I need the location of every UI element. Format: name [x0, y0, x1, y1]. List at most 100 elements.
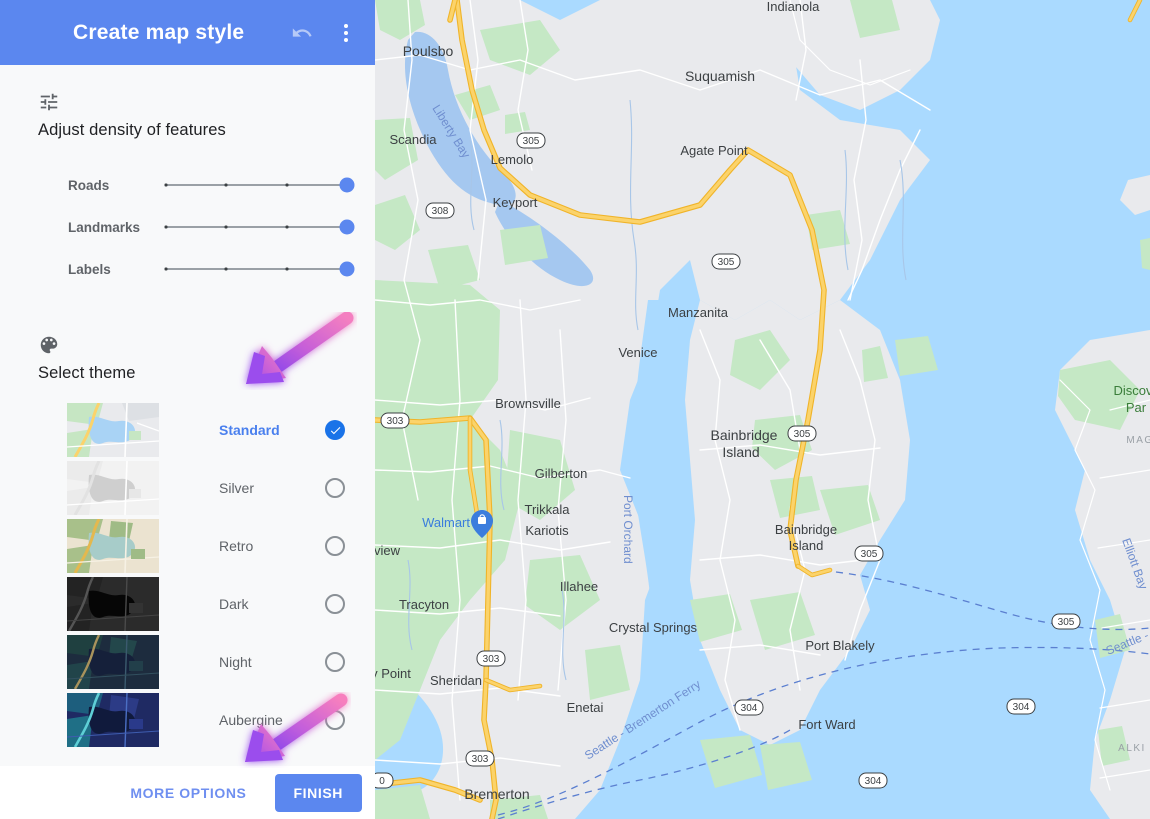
slider-label: Roads: [68, 177, 110, 193]
slider-thumb[interactable]: [339, 219, 355, 235]
place-label: Fort Ward: [798, 717, 855, 732]
theme-option-aubergine[interactable]: Aubergine: [0, 691, 375, 749]
slider-landmarks[interactable]: Landmarks: [0, 206, 375, 248]
route-shield: 304: [858, 772, 888, 789]
finish-button[interactable]: FINISH: [274, 773, 362, 812]
slider-track[interactable]: [164, 254, 355, 284]
svg-text:305: 305: [1058, 617, 1075, 628]
svg-text:305: 305: [523, 136, 540, 147]
neighborhood-label: ALKI: [1118, 743, 1146, 754]
theme-thumbnail-silver: [67, 461, 159, 515]
slider-tick: [224, 183, 228, 187]
undo-icon: [292, 27, 312, 37]
park-label: Par: [1126, 400, 1147, 415]
poi-label: Walmart: [422, 515, 470, 530]
theme-section-header: Select theme: [0, 334, 375, 383]
place-label: Venice: [618, 345, 657, 360]
route-shield: 303: [465, 750, 495, 767]
theme-radio-standard[interactable]: [325, 420, 345, 440]
svg-text:305: 305: [861, 549, 878, 560]
route-shield: 305: [787, 425, 817, 442]
neighborhood-label: MAG: [1126, 435, 1150, 446]
place-label: Crystal Springs: [609, 620, 698, 635]
place-label: Bainbridge: [775, 522, 837, 537]
place-label: Trikkala: [524, 502, 570, 517]
route-shield: 303: [380, 412, 410, 429]
theme-option-dark[interactable]: Dark: [0, 575, 375, 633]
slider-labels[interactable]: Labels: [0, 248, 375, 290]
place-label: view: [375, 543, 401, 558]
place-label: Indianola: [767, 0, 821, 14]
slider-tick: [285, 183, 289, 187]
palette-icon: [40, 336, 58, 354]
svg-text:303: 303: [387, 416, 404, 427]
more-options-menu-button[interactable]: [329, 16, 363, 50]
place-label: Scandia: [390, 132, 438, 147]
slider-line: [166, 268, 347, 270]
route-shield: 308: [425, 202, 455, 219]
theme-label: Dark: [219, 596, 249, 612]
theme-radio-aubergine[interactable]: [325, 710, 345, 730]
place-label: Port Blakely: [805, 638, 875, 653]
theme-thumbnail-night: [67, 635, 159, 689]
slider-tick: [285, 225, 289, 229]
place-label: Island: [789, 538, 824, 553]
route-shield: 303: [476, 650, 506, 667]
place-label: y Point: [375, 666, 411, 681]
theme-option-standard[interactable]: Standard: [0, 401, 375, 459]
slider-track[interactable]: [164, 212, 355, 242]
theme-option-silver[interactable]: Silver: [0, 459, 375, 517]
route-shield: 0: [375, 772, 394, 789]
place-label: Suquamish: [685, 68, 755, 84]
theme-label: Silver: [219, 480, 255, 496]
slider-track[interactable]: [164, 170, 355, 200]
theme-radio-night[interactable]: [325, 652, 345, 672]
theme-radio-dark[interactable]: [325, 594, 345, 614]
theme-radio-silver[interactable]: [325, 478, 345, 498]
more-vert-icon: [344, 23, 348, 42]
place-label: Manzanita: [668, 305, 729, 320]
density-section-header: Adjust density of features: [0, 91, 375, 140]
slider-tick: [164, 225, 168, 229]
route-shield: 304: [734, 699, 764, 716]
undo-button[interactable]: [285, 16, 319, 50]
place-label: Lemolo: [491, 152, 534, 167]
slider-line: [166, 184, 347, 186]
theme-label: Standard: [219, 422, 280, 438]
svg-text:303: 303: [472, 754, 489, 765]
slider-roads[interactable]: Roads: [0, 164, 375, 206]
theme-section: Select theme Standard Silver Retro Dark …: [0, 334, 375, 749]
slider-line: [166, 226, 347, 228]
style-editor-panel: Create map style Adjust density of featu…: [0, 0, 375, 819]
place-label: Keyport: [493, 195, 538, 210]
route-shield: 305: [1051, 613, 1081, 630]
svg-text:304: 304: [1013, 702, 1030, 713]
slider-label: Labels: [68, 261, 111, 277]
theme-thumbnail-retro: [67, 519, 159, 573]
theme-thumbnail-dark: [67, 577, 159, 631]
svg-text:308: 308: [432, 206, 449, 217]
svg-text:304: 304: [865, 776, 882, 787]
map-preview[interactable]: .lbl{font-family:"Liberation Sans",sans-…: [375, 0, 1150, 819]
place-label: Gilberton: [535, 466, 588, 481]
theme-radio-retro[interactable]: [325, 536, 345, 556]
place-label: Sheridan: [430, 673, 482, 688]
slider-tick: [224, 225, 228, 229]
theme-label: Night: [219, 654, 252, 670]
slider-tick: [164, 183, 168, 187]
place-label: Bremerton: [464, 786, 529, 802]
more-options-button[interactable]: MORE OPTIONS: [120, 776, 256, 810]
panel-scroll-area[interactable]: Adjust density of features Roads Landmar…: [0, 65, 375, 766]
slider-thumb[interactable]: [339, 177, 355, 193]
svg-text:0: 0: [379, 776, 385, 787]
place-label: Brownsville: [495, 396, 561, 411]
theme-option-retro[interactable]: Retro: [0, 517, 375, 575]
theme-option-night[interactable]: Night: [0, 633, 375, 691]
theme-options-list: Standard Silver Retro Dark Night Aubergi…: [0, 401, 375, 749]
theme-thumbnail-aubergine: [67, 693, 159, 747]
place-label: Illahee: [560, 579, 598, 594]
theme-thumbnail-standard: [67, 403, 159, 457]
place-label: Agate Point: [680, 143, 748, 158]
slider-thumb[interactable]: [339, 261, 355, 277]
place-label: Kariotis: [525, 523, 569, 538]
